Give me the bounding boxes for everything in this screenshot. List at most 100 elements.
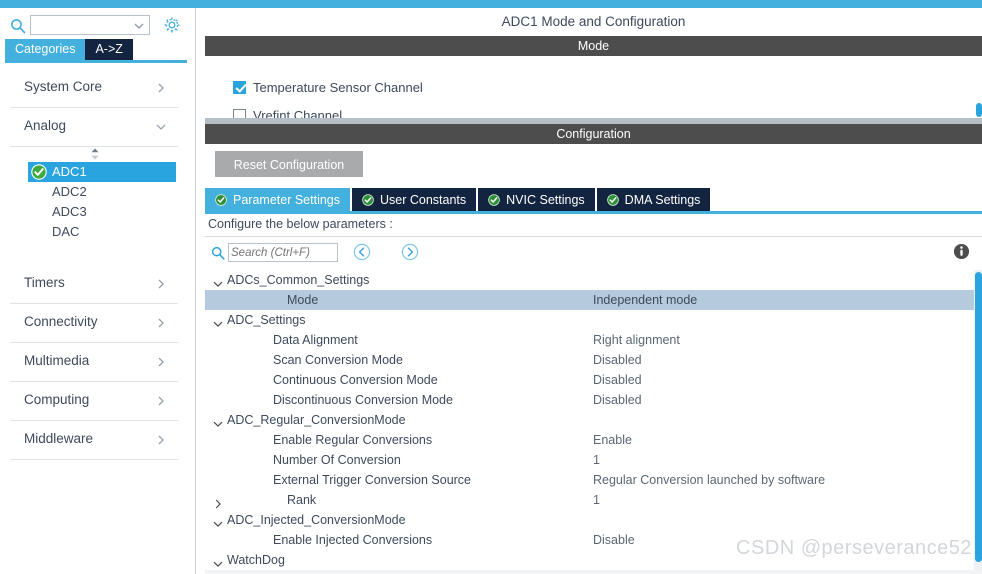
parameter-tree[interactable]: ADCs_Common_Settings Mode Independent mo… <box>205 270 974 574</box>
tree-row-value[interactable]: Independent mode <box>593 290 697 310</box>
tree-row-value[interactable]: Disabled <box>593 350 642 370</box>
prev-match-icon[interactable] <box>353 243 371 261</box>
sidebar-group-label: Analog <box>24 118 67 133</box>
chevron-down-icon[interactable] <box>213 515 223 527</box>
tree-row-name: Scan Conversion Mode <box>273 353 403 367</box>
tab-dma-settings[interactable]: DMA Settings <box>596 188 711 211</box>
sidebar-item-label: DAC <box>52 224 80 239</box>
search-icon <box>211 246 225 260</box>
sidebar-group-connectivity[interactable]: Connectivity <box>10 304 178 343</box>
parameter-search-field[interactable] <box>228 243 338 262</box>
chevron-down-icon[interactable] <box>213 275 223 287</box>
check-circle-icon <box>488 193 500 206</box>
gear-icon[interactable] <box>163 16 181 34</box>
tree-row-value[interactable]: Enable <box>593 430 632 450</box>
sidebar-item-dac[interactable]: DAC <box>0 222 188 242</box>
checkbox-row-temperature-sensor-channel[interactable]: Temperature Sensor Channel <box>233 78 423 96</box>
sidebar-item-adc2[interactable]: ADC2 <box>0 182 188 202</box>
table-row[interactable]: External Trigger Conversion Source Regul… <box>205 470 974 490</box>
table-row[interactable]: Number Of Conversion 1 <box>205 450 974 470</box>
tree-row-value[interactable]: 1 <box>593 450 600 470</box>
next-match-icon[interactable] <box>401 243 419 261</box>
sidebar-group-label: Connectivity <box>24 314 98 329</box>
chevron-right-icon <box>156 394 166 406</box>
table-row[interactable]: Enable Injected Conversions Disable <box>205 530 974 550</box>
checkbox-checked-icon[interactable] <box>233 80 246 94</box>
table-row[interactable]: Mode Independent mode <box>205 290 974 310</box>
category-list: System Core Analog ADC1 ADC2 ADC3 DAC Ti… <box>0 69 188 569</box>
tab-categories[interactable]: Categories <box>5 39 86 60</box>
tree-group-row[interactable]: ADC_Settings <box>205 310 974 330</box>
reset-configuration-button[interactable]: Reset Configuration <box>215 151 363 177</box>
chevron-down-icon[interactable] <box>133 20 145 32</box>
tree-group-row[interactable]: WatchDog <box>205 550 974 570</box>
section-header-mode: Mode <box>205 36 982 56</box>
tree-row-value[interactable]: Right alignment <box>593 330 680 350</box>
check-circle-icon <box>31 164 47 180</box>
tree-row-value[interactable]: Disabled <box>593 390 642 410</box>
tab-a-to-z[interactable]: A->Z <box>85 39 133 60</box>
sidebar-group-multimedia[interactable]: Multimedia <box>10 343 178 382</box>
tab-label: User Constants <box>380 192 467 207</box>
check-circle-icon <box>215 193 227 206</box>
sidebar-group-timers[interactable]: Timers <box>10 265 178 304</box>
search-input[interactable] <box>31 16 135 34</box>
tree-row-value[interactable]: Disable <box>593 530 635 550</box>
table-row[interactable]: Scan Conversion Mode Disabled <box>205 350 974 370</box>
tree-row-name: ADCs_Common_Settings <box>227 273 370 287</box>
tree-row-value[interactable]: 1 <box>593 490 600 510</box>
sidebar-search-row <box>0 12 196 42</box>
page-title: ADC1 Mode and Configuration <box>205 8 982 36</box>
tree-group-row[interactable]: ADCs_Common_Settings <box>205 270 974 290</box>
table-row[interactable]: Continuous Conversion Mode Disabled <box>205 370 974 390</box>
chevron-down-icon <box>156 120 166 130</box>
tree-row-name: Rank <box>287 493 317 507</box>
tree-row-name: ADC_Injected_ConversionMode <box>227 513 406 527</box>
mode-scrollbar-thumb[interactable] <box>976 103 982 117</box>
sidebar-group-label: Multimedia <box>24 353 90 368</box>
chevron-right-icon <box>156 433 166 445</box>
sidebar-item-adc1[interactable]: ADC1 <box>28 162 176 182</box>
parameter-tree-scrollbar-thumb[interactable] <box>975 272 982 562</box>
search-icon <box>10 18 26 34</box>
chevron-right-icon <box>156 316 166 328</box>
tree-row-name: Enable Injected Conversions <box>273 533 433 547</box>
chevron-right-icon[interactable] <box>213 495 223 509</box>
tab-nvic-settings[interactable]: NVIC Settings <box>478 188 595 211</box>
tab-label: DMA Settings <box>624 192 701 207</box>
tab-user-constants[interactable]: User Constants <box>352 188 477 211</box>
chevron-down-icon[interactable] <box>213 555 223 567</box>
section-header-configuration: Configuration <box>205 124 982 144</box>
sidebar-group-label: Middleware <box>24 431 94 446</box>
tree-group-row[interactable]: ADC_Injected_ConversionMode <box>205 510 974 530</box>
sidebar-item-label: ADC2 <box>52 184 87 199</box>
tree-row-value[interactable]: Regular Conversion launched by software <box>593 470 825 490</box>
tree-row-name: WatchDog <box>227 553 285 567</box>
configuration-panel: ADC1 Mode and Configuration Mode Tempera… <box>205 8 982 574</box>
chevron-right-icon <box>156 277 166 289</box>
table-row[interactable]: Data Alignment Right alignment <box>205 330 974 350</box>
sidebar-item-label: ADC3 <box>52 204 87 219</box>
table-row[interactable]: Discontinuous Conversion Mode Disabled <box>205 390 974 410</box>
tab-parameter-settings[interactable]: Parameter Settings <box>205 188 350 211</box>
sidebar-search-combobox[interactable] <box>30 15 150 35</box>
tree-row-name: Data Alignment <box>273 333 358 347</box>
sidebar-group-computing[interactable]: Computing <box>10 382 178 421</box>
tree-row-value[interactable]: Disabled <box>593 370 642 390</box>
chevron-right-icon <box>156 355 166 367</box>
info-icon[interactable] <box>953 243 970 260</box>
table-row[interactable]: Rank 1 <box>205 490 974 510</box>
scroll-updown-icon[interactable] <box>88 148 102 160</box>
tree-row-name: Number Of Conversion <box>273 453 401 467</box>
sidebar-group-analog[interactable]: Analog <box>10 108 178 147</box>
sidebar-group-middleware[interactable]: Middleware <box>10 421 178 460</box>
chevron-right-icon <box>156 81 166 93</box>
check-circle-icon <box>362 193 374 206</box>
chevron-down-icon[interactable] <box>213 315 223 327</box>
sidebar-group-system-core[interactable]: System Core <box>10 69 178 108</box>
table-row[interactable]: Enable Regular Conversions Enable <box>205 430 974 450</box>
sidebar-item-adc3[interactable]: ADC3 <box>0 202 188 222</box>
chevron-down-icon[interactable] <box>213 415 223 427</box>
tree-group-row[interactable]: ADC_Regular_ConversionMode <box>205 410 974 430</box>
search-input[interactable] <box>229 244 337 262</box>
